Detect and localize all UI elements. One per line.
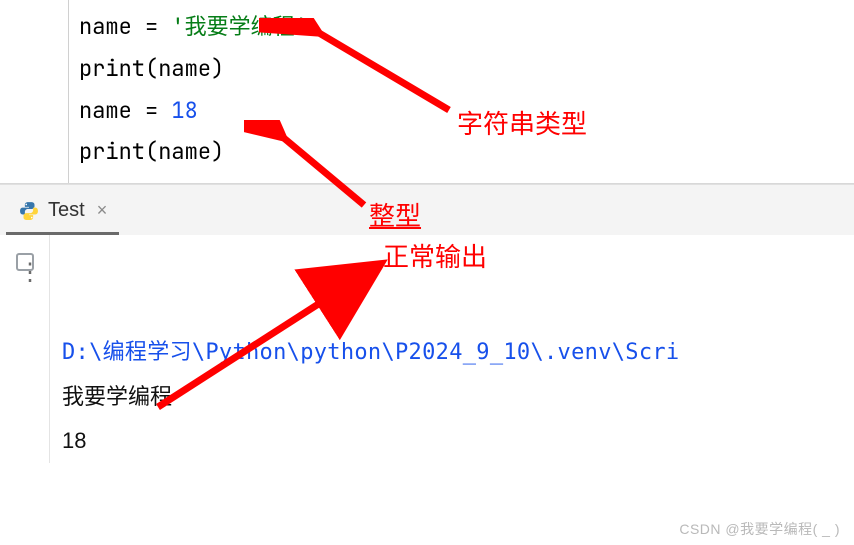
tab-label: Test <box>48 199 85 222</box>
code-editor[interactable]: name = '我要学编程' print(name) name = 18 pri… <box>68 0 854 183</box>
console-panel: ⋮ 正常输出 D:\编程学习\Python\python\P2024_9_10\… <box>0 235 854 463</box>
run-tab-bar: Test × <box>0 184 854 235</box>
console-output[interactable]: D:\编程学习\Python\python\P2024_9_10\.venv\S… <box>62 331 854 463</box>
output-line: 18 <box>62 419 854 463</box>
tab-test[interactable]: Test × <box>6 193 119 235</box>
print-call: print <box>79 54 145 83</box>
code-line-1: name = '我要学编程' <box>79 6 854 48</box>
interpreter-path: D:\编程学习\Python\python\P2024_9_10\.venv\S… <box>62 331 854 375</box>
string-literal: '我要学编程' <box>171 12 307 41</box>
print-call: print <box>79 137 145 166</box>
python-icon <box>18 200 40 222</box>
variable-name: name <box>79 12 132 41</box>
code-line-2: print(name) <box>79 48 854 90</box>
variable-name: name <box>79 96 132 125</box>
code-line-3: name = 18 <box>79 90 854 132</box>
console-gutter <box>0 235 50 463</box>
number-literal: 18 <box>171 96 197 125</box>
more-actions-icon[interactable]: ⋮ <box>18 261 854 285</box>
close-icon[interactable]: × <box>97 200 108 221</box>
stop-button[interactable] <box>16 253 34 271</box>
watermark: CSDN @我要学编程( _ ) <box>679 519 840 539</box>
code-line-4: print(name) <box>79 131 854 173</box>
output-line: 我要学编程 <box>62 375 854 419</box>
